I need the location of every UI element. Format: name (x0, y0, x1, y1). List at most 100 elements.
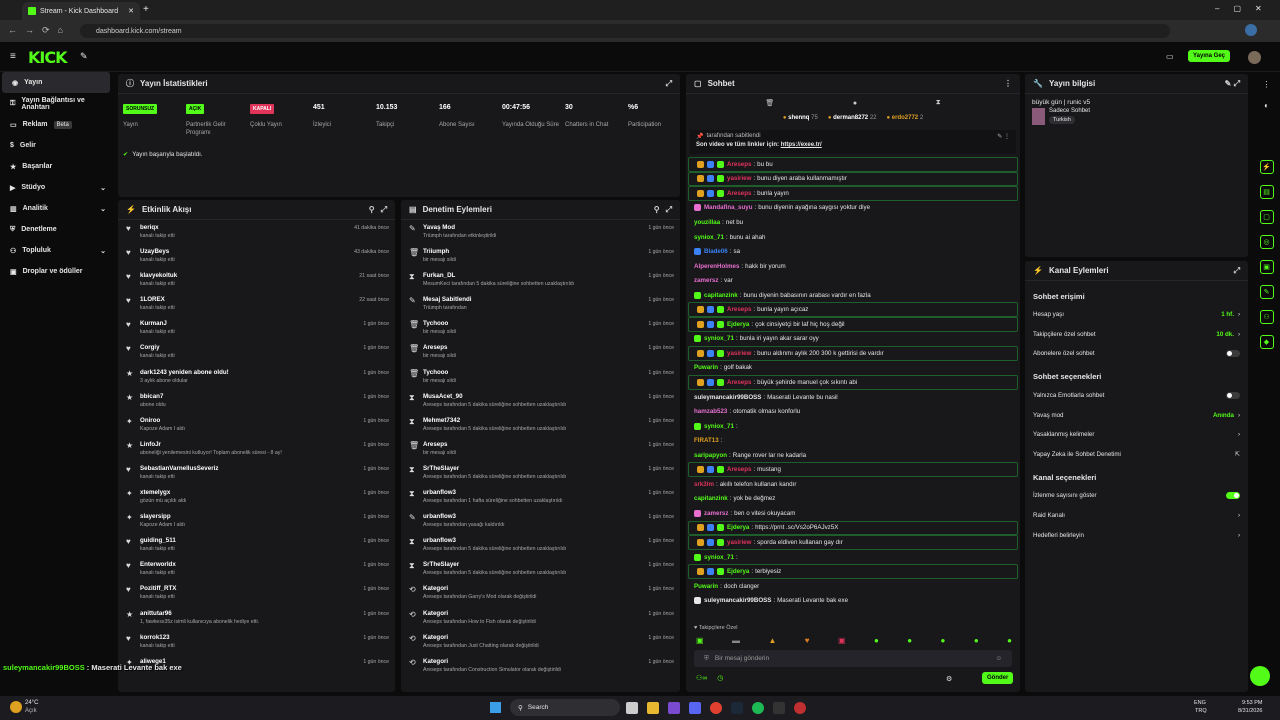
floating-green-button[interactable] (1250, 666, 1270, 686)
chat-username[interactable]: Mandafina_suyu (704, 204, 752, 211)
chat-message[interactable]: Mandafina_suyu: bunu diyenin ayağına sayg… (686, 201, 1020, 216)
kick-logo[interactable]: KICK (28, 48, 67, 67)
theme-icon[interactable]: ◐ (1253, 101, 1280, 110)
terminal-icon[interactable] (773, 702, 785, 714)
bolt-icon[interactable]: ⚡ (1259, 160, 1274, 174)
list-item[interactable]: ✦ Oniroo Kapoze Adam I aldı 1 gün önce (118, 413, 395, 437)
chat-username[interactable]: zamersz (704, 510, 728, 517)
expand-icon[interactable]: ⤢ (666, 79, 672, 89)
chat-username[interactable]: Blade06 (704, 248, 728, 255)
list-item[interactable]: ⟲ Kategori Areseps tarafından Just Chattin… (401, 630, 680, 654)
list-item[interactable]: ⟲ Kategori Areseps tarafından How to Fish … (401, 606, 680, 630)
chat-message[interactable]: AlperenHolmes: hakk bir yorum (686, 259, 1020, 274)
sidebar-item[interactable]: ▭ Reklam Beta (0, 114, 112, 135)
list-item[interactable]: ✦ xtemelygx gözün mü açıldı aldı 1 gün önce (118, 485, 395, 509)
more-icon[interactable]: ⋮ (1004, 79, 1012, 88)
app-icon[interactable] (794, 702, 806, 714)
list-item[interactable]: ⧗ MusaAcet_90 Areseps tarafından 5 dakika … (401, 389, 680, 413)
chat-message[interactable]: Ejderya: terbiyesiz (688, 564, 1018, 579)
chat-username[interactable]: zamersz (694, 277, 718, 284)
list-item[interactable]: ★ dark1243 yeniden abone oldu! 3 aylık abo… (118, 365, 395, 389)
list-item[interactable]: ♥ klavyekoltuk kanalı takip etti 21 saat ön… (118, 268, 395, 292)
url-field[interactable]: dashboard.kick.com/stream (80, 24, 1170, 38)
chat-username[interactable]: syniox_71 (704, 554, 734, 561)
app-icon[interactable] (668, 702, 680, 714)
emote-icon[interactable]: ▲ (768, 636, 776, 645)
list-item[interactable]: 🗑 Triiumph bir mesajı sildi 1 gün önce (401, 244, 680, 268)
nav-buttons-icon[interactable]: ←→⟳⌂ (8, 25, 71, 36)
menu-icon[interactable]: ≡ (10, 51, 16, 62)
sidebar-item[interactable]: ★ Başarılar (0, 156, 112, 177)
filter-icon[interactable]: ⚲ (654, 205, 660, 214)
card-icon[interactable]: ▤ (1259, 185, 1274, 199)
list-item[interactable]: ⟲ Kategori Areseps tarafından Garry's Mod … (401, 581, 680, 605)
chat-username[interactable]: hamzab523 (694, 408, 727, 415)
chat-message[interactable]: Areseps: bunla yayın açıcaz (688, 302, 1018, 318)
top-chatter[interactable]: ● erdo2772 2 (887, 115, 924, 121)
expand-icon[interactable]: ⤢ (1234, 266, 1240, 276)
chat-username[interactable]: Areseps (727, 161, 751, 168)
discord-icon[interactable] (689, 702, 701, 714)
chat-message[interactable]: yasiriew: bunu aldınmı aylık 200 300 k ge… (688, 346, 1018, 361)
chrome-icon[interactable] (710, 702, 722, 714)
chevron-right-icon[interactable]: › (1238, 431, 1240, 438)
more-icon[interactable]: ⋮ (1253, 80, 1280, 89)
list-item[interactable]: ♥ SebastianVarnellusSeveriz kanalı takip e… (118, 461, 395, 485)
list-item[interactable]: ★ LinfoJr aboneliği yenilemesini kutluyor!… (118, 437, 395, 461)
chat-username[interactable]: youzillaa (694, 219, 720, 226)
chevron-down-icon[interactable]: ⌄ (100, 247, 106, 255)
chat-username[interactable]: saripapyon (694, 452, 727, 459)
setting-row[interactable]: Hedefleri belirleyin › (1025, 525, 1248, 545)
chat-username[interactable]: suleymancakir99BOSS (704, 597, 771, 604)
chat-message[interactable]: syniox_71: (686, 550, 1020, 565)
chat-username[interactable]: syniox_71 (704, 335, 734, 342)
list-item[interactable]: ✎ urbanflow3 Areseps tarafından yasağı kal… (401, 509, 680, 533)
list-item[interactable]: ✎ Mesaj Sabitlendi Triümph tarafından 1 gün… (401, 292, 680, 316)
chat-message[interactable]: Areseps: büyük şehirde manuel çok sıkıntı… (688, 375, 1018, 390)
list-item[interactable]: ⧗ Furkan_DL MesumKeci tarafından 5 dakika … (401, 268, 680, 292)
chat-message[interactable]: Areseps: mustang (688, 462, 1018, 478)
setting-row[interactable]: Yalnızca Emotlarla sohbet (1025, 386, 1248, 406)
sidebar-item[interactable]: ◉ Yayın (2, 72, 110, 93)
chevron-right-icon[interactable]: › (1238, 512, 1240, 519)
sidebar-item[interactable]: ⛨ Denetleme (0, 219, 112, 240)
chat-username[interactable]: Areseps (727, 306, 751, 313)
top-chatter[interactable]: ● shennq 75 (783, 115, 818, 121)
list-item[interactable]: 🗑 Tychooo bir mesajı sildi 1 gün önce (401, 365, 680, 389)
list-item[interactable]: ♥ UzayBeys kanalı takip etti 43 dakika önce (118, 244, 395, 268)
emote-icon[interactable]: ● (941, 636, 946, 645)
list-item[interactable]: ✎ Yavaş Mod Triümph tarafından etkinleştir… (401, 220, 680, 244)
chat-message[interactable]: srk3lm: akıllı telefon kullanan kandır (686, 477, 1020, 492)
sidebar-item[interactable]: ▶ Stüdyo ⌄ (0, 177, 112, 198)
chat-message[interactable]: syniox_71: bunla iri yayın akar sarar oyy (686, 332, 1020, 347)
chat-username[interactable]: Areseps (727, 379, 751, 386)
chevron-down-icon[interactable]: ⌄ (100, 205, 106, 213)
chat-username[interactable]: srk3lm (694, 481, 714, 488)
windows-start-icon[interactable] (490, 702, 501, 713)
top-chatter[interactable]: ● derman8272 22 (828, 115, 877, 121)
emoji-icon[interactable]: ☺ (995, 655, 1002, 662)
chat-message[interactable]: Ejderya: https://prnt .sc/Vs2oP6AJvz5X (688, 520, 1018, 536)
edit-icon[interactable]: ✎ ⋮ (997, 133, 1010, 140)
chat-username[interactable]: AlperenHolmes (694, 263, 739, 270)
emote-icon[interactable]: ● (874, 636, 879, 645)
list-item[interactable]: ⟲ Kategori Areseps tarafından Construction… (401, 654, 680, 678)
emote-icon[interactable]: ● (974, 636, 979, 645)
chat-icon[interactable]: ● (853, 100, 857, 107)
window-controls[interactable]: –▢✕ (1215, 4, 1276, 13)
chat-username[interactable]: capitanzink (694, 495, 728, 502)
chat-username[interactable]: Puwarin (694, 583, 718, 590)
trash-icon[interactable]: 🗑 (765, 99, 774, 107)
clip-icon[interactable]: ▭ (1166, 52, 1174, 61)
chat-message[interactable]: yasiriew: sporda eldiven kullanan gay dır (688, 535, 1018, 550)
send-button[interactable]: Gönder (982, 672, 1014, 684)
list-item[interactable]: ♥ guiding_511 kanalı takip etti 1 gün önce (118, 533, 395, 557)
chat-message[interactable]: Areseps: bunla yayın (688, 186, 1018, 201)
filter-icon[interactable]: ⚲ (369, 205, 375, 214)
wrench-icon[interactable]: ✎ (1259, 285, 1274, 299)
hourglass-icon[interactable]: ⧗ (936, 99, 941, 107)
chat-username[interactable]: yasiriew (727, 350, 751, 357)
browser-tab[interactable]: Stream - Kick Dashboard ✕ (22, 2, 140, 20)
chat-message[interactable]: saripapyon: Range rover lar ne kadarla (686, 448, 1020, 463)
setting-row[interactable]: Yasaklanmış kelimeler › (1025, 425, 1248, 445)
